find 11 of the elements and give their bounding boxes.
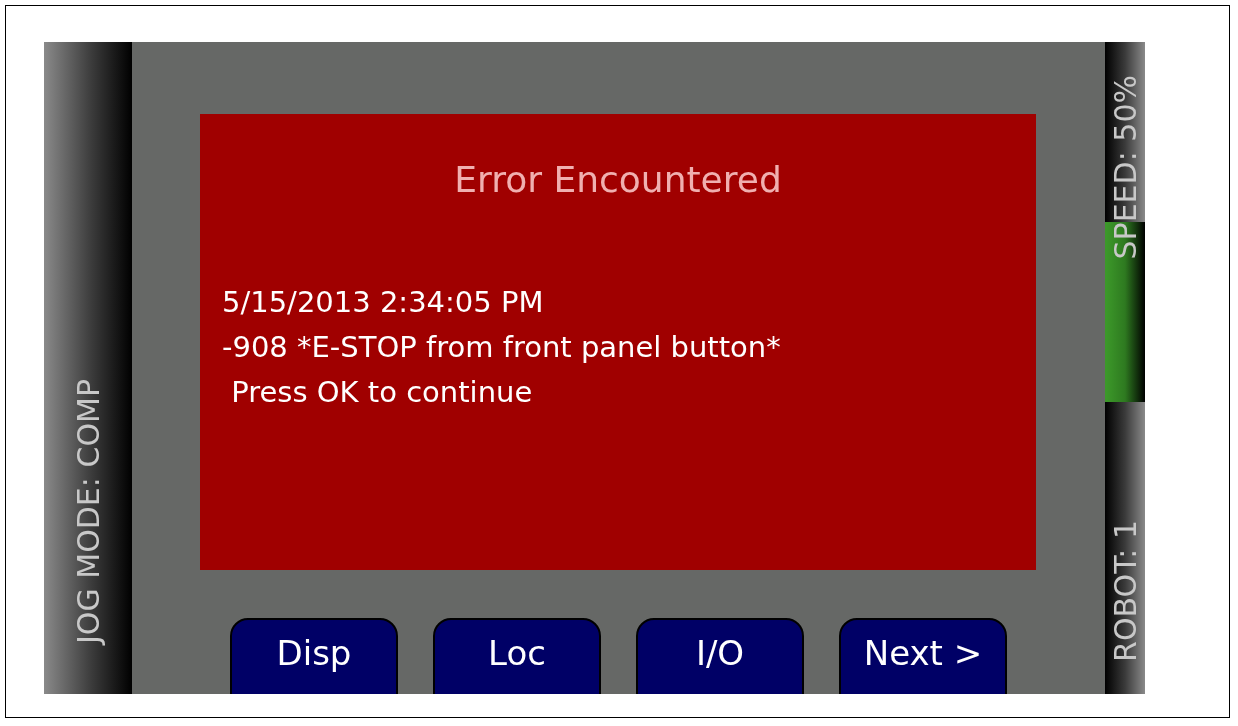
soft-key-button[interactable]: Loc — [433, 618, 601, 694]
error-message-line: -908 *E-STOP from front panel button* — [222, 329, 782, 366]
dialog-title: Error Encountered — [453, 158, 783, 202]
soft-key-button[interactable]: Next > — [839, 618, 1007, 694]
error-message-line: Press OK to continue — [230, 374, 534, 411]
status-label: SPEED: 50% — [1107, 75, 1143, 260]
jog-mode-label: JOG MODE: COMP — [70, 379, 106, 644]
soft-key-button[interactable]: Disp — [230, 618, 398, 694]
soft-key-button[interactable]: I/O — [636, 618, 804, 694]
error-message-line: 5/15/2013 2:34:05 PM — [222, 284, 545, 321]
status-label: ROBOT: 1 — [1107, 520, 1143, 662]
